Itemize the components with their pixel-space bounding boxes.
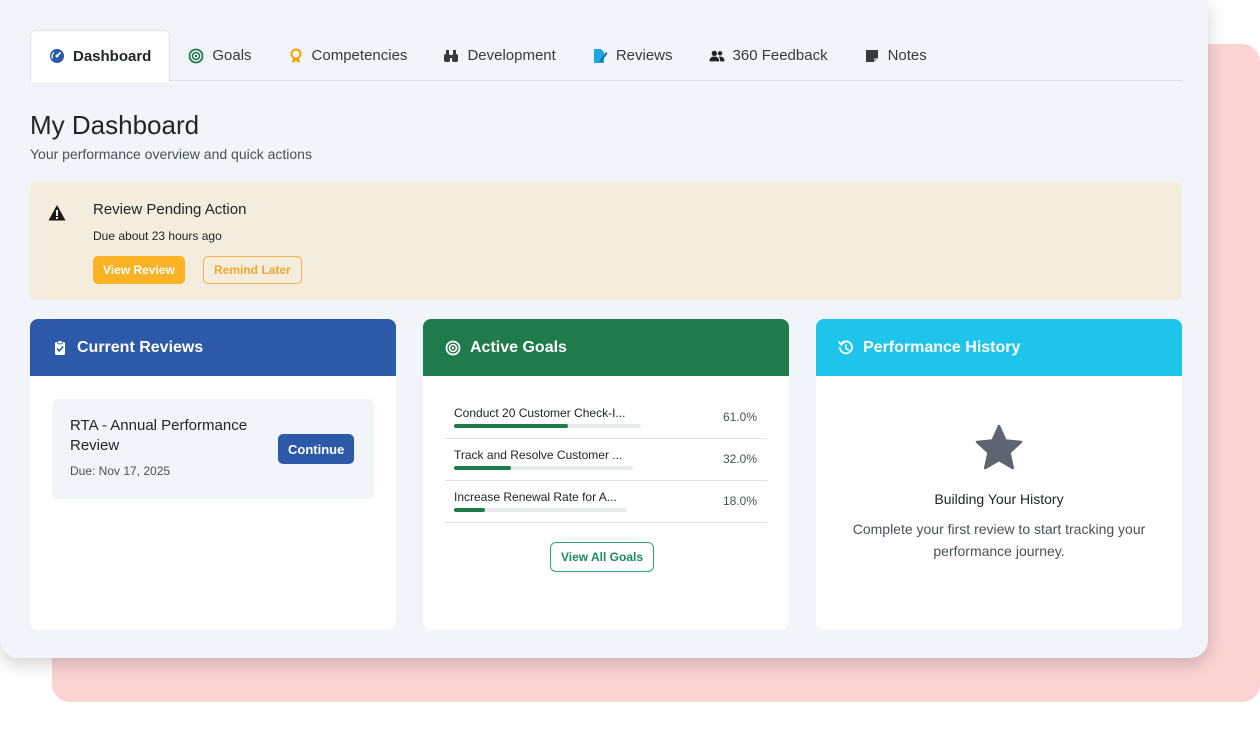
review-name: RTA - Annual Performance Review (70, 417, 248, 454)
history-icon (838, 339, 853, 354)
tab-bar: Dashboard Goals Competencies Development… (30, 30, 1182, 82)
goal-progress-fill (454, 466, 512, 470)
users-icon (708, 50, 725, 61)
history-empty-title: Building Your History (934, 491, 1064, 507)
review-due-date: Due: Nov 17, 2025 (70, 464, 171, 478)
tab-label: Competencies (311, 47, 408, 64)
goal-progress-track (454, 466, 633, 470)
goal-percent: 32.0% (722, 452, 757, 466)
performance-history-card: Performance History Building Your Histor… (816, 319, 1182, 630)
card-title: Active Goals (470, 338, 567, 356)
warning-triangle-icon (48, 205, 66, 221)
review-item: RTA - Annual Performance Review Due: Nov… (52, 399, 374, 499)
tab-label: Dashboard (73, 47, 152, 65)
card-title: Performance History (863, 338, 1021, 356)
tab-label: Development (467, 47, 556, 64)
sticky-note-icon (865, 49, 878, 62)
goal-row[interactable]: Track and Resolve Customer ... 32.0% (445, 439, 767, 481)
edit-document-icon (593, 48, 608, 63)
star-icon (975, 424, 1023, 470)
page-title: My Dashboard (30, 110, 200, 140)
goal-progress-track (454, 424, 641, 428)
goal-row[interactable]: Conduct 20 Customer Check-I... 61.0% (445, 397, 767, 439)
pending-review-alert: Review Pending Action Due about 23 hours… (30, 182, 1182, 300)
goal-progress-fill (454, 424, 569, 428)
goal-percent: 61.0% (722, 410, 757, 424)
target-icon (188, 48, 204, 63)
dashboard-gauge-icon (50, 49, 64, 63)
tab-360-feedback[interactable]: 360 Feedback (691, 30, 846, 81)
binoculars-icon (444, 49, 459, 62)
tab-notes[interactable]: Notes (846, 30, 945, 81)
goal-percent: 18.0% (722, 494, 757, 508)
goal-row[interactable]: Increase Renewal Rate for A... 18.0% (445, 481, 767, 523)
active-goals-header: Active Goals (423, 319, 789, 376)
clipboard-check-icon (55, 339, 65, 355)
alert-due-text: Due about 23 hours ago (93, 229, 222, 243)
tab-label: Reviews (615, 47, 673, 64)
tab-label: 360 Feedback (732, 47, 828, 64)
current-reviews-header: Current Reviews (30, 319, 396, 376)
remind-later-button[interactable]: Remind Later (203, 256, 302, 284)
target-icon (445, 340, 461, 355)
app-window: Dashboard Goals Competencies Development… (0, 0, 1208, 658)
continue-review-button[interactable]: Continue (278, 434, 355, 464)
card-title: Current Reviews (77, 338, 204, 356)
award-icon (290, 48, 302, 63)
goal-progress-track (454, 508, 627, 512)
view-all-goals-button[interactable]: View All Goals (550, 542, 655, 572)
tab-label: Notes (887, 47, 927, 64)
tab-competencies[interactable]: Competencies (270, 30, 426, 81)
current-reviews-card: Current Reviews RTA - Annual Performance… (30, 319, 396, 630)
goal-name: Increase Renewal Rate for A... (454, 490, 617, 504)
history-empty-text: Complete your first review to start trac… (852, 521, 1146, 559)
goal-name: Conduct 20 Customer Check-I... (454, 406, 626, 420)
tab-reviews[interactable]: Reviews (574, 30, 691, 81)
goal-progress-fill (454, 508, 486, 512)
page-subtitle: Your performance overview and quick acti… (30, 146, 312, 162)
tab-label: Goals (212, 47, 252, 64)
alert-title: Review Pending Action (93, 201, 247, 218)
active-goals-card: Active Goals Conduct 20 Customer Check-I… (423, 319, 789, 630)
performance-history-header: Performance History (816, 319, 1182, 376)
view-review-button[interactable]: View Review (93, 256, 185, 284)
tab-goals[interactable]: Goals (170, 30, 269, 81)
goal-name: Track and Resolve Customer ... (454, 448, 623, 462)
tab-dashboard[interactable]: Dashboard (30, 30, 171, 82)
tab-development[interactable]: Development (425, 30, 573, 81)
